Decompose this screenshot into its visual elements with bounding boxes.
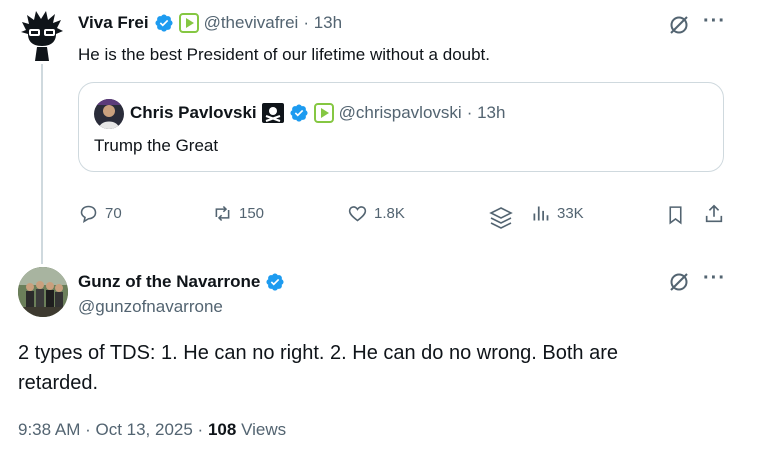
share-icon[interactable] — [703, 203, 725, 230]
views-button[interactable]: 33K — [530, 203, 584, 224]
tweet2-author-name[interactable]: Gunz of the Navarrone — [78, 272, 260, 292]
repost-icon — [215, 205, 230, 222]
like-button[interactable]: 1.8K — [347, 203, 405, 224]
quote-time: · 13h — [466, 103, 506, 122]
quoted-tweet[interactable] — [78, 82, 724, 172]
thread-connector-line — [41, 64, 43, 264]
grok-icon[interactable] — [668, 271, 690, 298]
bookmark-icon[interactable] — [665, 204, 686, 231]
quote-header: Chris Pavlovski @chrispavlovski · 13h — [130, 103, 505, 123]
tweet1-handle[interactable]: @thevivafrei — [204, 13, 299, 33]
repost-button[interactable]: 150 — [212, 203, 264, 224]
tweet1-header: Viva Frei @thevivafrei · 13h — [78, 13, 342, 33]
reply-button[interactable]: 70 — [78, 203, 122, 224]
tweet2-timestamp[interactable]: 9:38 AM · Oct 13, 2025 · — [18, 420, 203, 439]
tweet1-time[interactable]: · 13h — [303, 13, 342, 33]
tweet2-header: Gunz of the Navarrone — [78, 272, 285, 292]
quote-handle: @chrispavlovski — [338, 103, 462, 122]
avatar-chris-pavlovski — [94, 99, 124, 129]
quote-text: Trump the Great — [94, 136, 219, 155]
stack-layers-icon[interactable] — [488, 205, 514, 238]
reply-icon — [80, 205, 97, 223]
tweet2-views-label: Views — [241, 420, 287, 439]
tweet2-text: 2 types of TDS: 1. He can no right. 2. H… — [18, 342, 618, 394]
rumble-badge-icon — [313, 103, 334, 123]
verified-badge-icon — [266, 273, 284, 291]
tweet1-author-name[interactable]: Viva Frei — [78, 13, 149, 33]
tweet2-views-count: 108 — [207, 420, 237, 439]
verified-badge-icon — [155, 14, 173, 32]
more-options-icon[interactable]: ··· — [703, 267, 726, 290]
group-photo-icon — [18, 267, 68, 317]
more-options-icon[interactable]: ··· — [703, 10, 726, 33]
avatar-gunz-of-the-navarrone[interactable] — [18, 267, 68, 317]
tweet1-text: He is the best President of our lifetime… — [78, 45, 491, 64]
like-count: 1.8K — [374, 205, 405, 222]
repost-count: 150 — [239, 205, 265, 222]
quote-author-name: Chris Pavlovski — [130, 103, 257, 122]
grok-icon[interactable] — [668, 14, 690, 41]
views-count: 33K — [557, 205, 584, 222]
pirate-flag-icon — [261, 103, 284, 123]
viva-frei-avatar-icon — [21, 11, 63, 61]
views-chart-icon — [533, 206, 549, 221]
avatar-viva-frei[interactable] — [20, 10, 64, 62]
heart-icon — [348, 206, 367, 222]
reply-count: 70 — [105, 205, 122, 222]
tweet2-meta: 9:38 AM · Oct 13, 2025 · 108 Views — [18, 420, 286, 440]
tweet2-handle[interactable]: @gunzofnavarrone — [78, 297, 223, 317]
verified-badge-icon — [290, 104, 308, 122]
rumble-badge-icon — [178, 13, 199, 33]
